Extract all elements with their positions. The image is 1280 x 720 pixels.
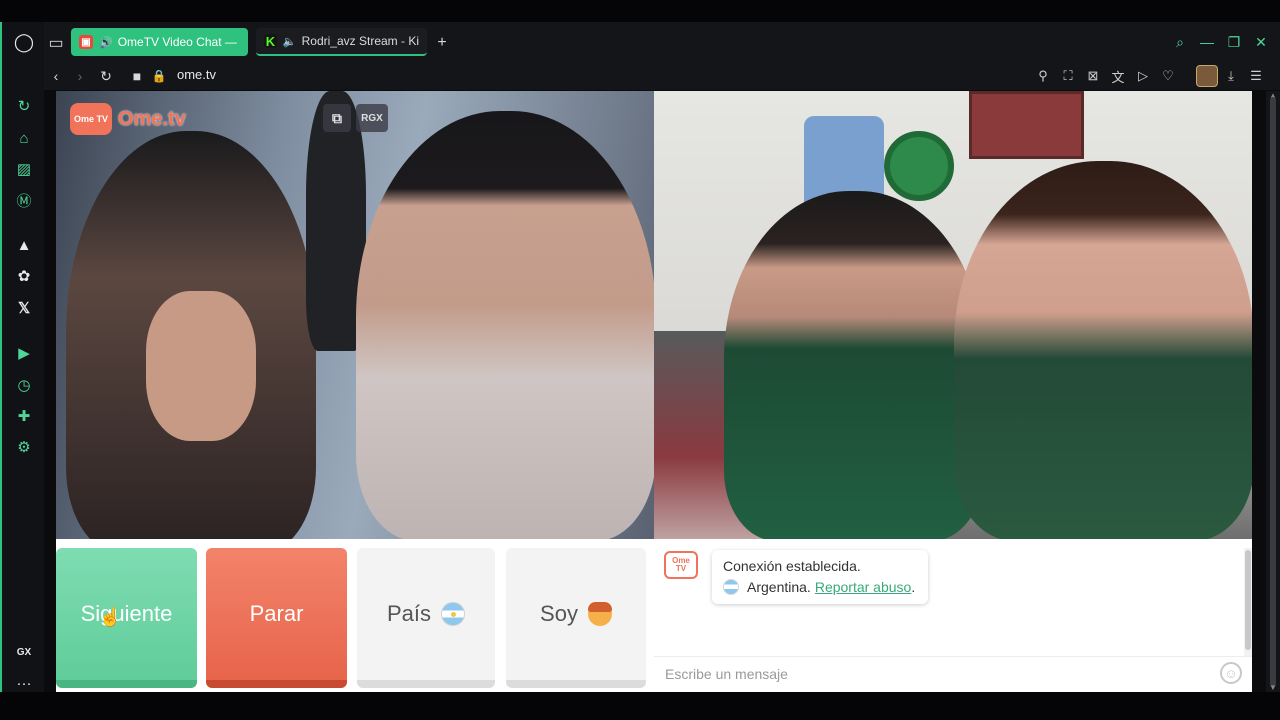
- gender-button-label: Soy: [540, 601, 578, 626]
- gx-control-icon[interactable]: ⌂: [13, 127, 35, 149]
- kick-favicon-icon: K: [264, 33, 277, 49]
- heart-icon[interactable]: ♡: [1159, 67, 1177, 85]
- video-person: [954, 161, 1252, 539]
- ometv-logo-badge: Ome TV: [70, 103, 112, 135]
- extensions-icon[interactable]: ✚: [13, 405, 35, 427]
- profile-avatar[interactable]: [1196, 65, 1218, 87]
- country-text: Argentina.: [747, 579, 811, 595]
- ometv-logo-text: Ome.tv: [118, 107, 186, 130]
- new-tab-button[interactable]: +: [434, 34, 450, 51]
- stop-button[interactable]: Parar: [206, 548, 347, 688]
- speed-dial-icon[interactable]: ↻: [13, 95, 35, 117]
- ometv-logo: Ome TV Ome.tv: [70, 103, 186, 135]
- camera-icon[interactable]: ■: [128, 67, 146, 85]
- next-button[interactable]: Siguiente: [56, 548, 197, 688]
- connection-status-text: Conexión establecida.: [723, 558, 861, 574]
- screen: ◯ ↻ ⌂ ▨ Ⓜ ▲ ✿ 𝕏 ▶ ◷ ✚ ⚙ GX ··· ▭ ▣ 🔊 Ome…: [0, 0, 1280, 720]
- aria-icon[interactable]: ▲: [13, 234, 35, 256]
- video-person: [356, 111, 654, 539]
- system-message-bubble: Conexión establecida. Argentina. Reporta…: [712, 550, 928, 604]
- tab-kick-stream[interactable]: K 🔈 Rodri_avz Stream - Ki: [256, 28, 427, 56]
- top-letterbox: [0, 0, 1280, 22]
- mouse-cursor-icon: ☝: [99, 607, 122, 627]
- tab-title: Rodri_avz Stream - Ki: [301, 34, 419, 48]
- address-bar: ‹ › ↻ ■ 🔒 ome.tv ⚲ ⛶ ⊠ 文 ▷ ♡ ⤓ ☰: [44, 62, 1280, 90]
- report-suffix: .: [911, 579, 916, 595]
- browser-sidebar: ◯ ↻ ⌂ ▨ Ⓜ ▲ ✿ 𝕏 ▶ ◷ ✚ ⚙ GX ···: [0, 22, 44, 692]
- chat-input[interactable]: Escribe un mensaje ☺: [654, 656, 1252, 690]
- send-icon[interactable]: ▷: [1134, 67, 1152, 85]
- tab-title: OmeTV Video Chat —: [117, 35, 237, 49]
- translate-icon[interactable]: 文: [1109, 67, 1127, 85]
- chat-ometv-logo-icon: Ome TV: [664, 551, 698, 579]
- player-icon[interactable]: ▶: [13, 342, 35, 364]
- close-icon[interactable]: ✕: [1252, 33, 1270, 51]
- ometv-favicon-icon: ▣: [79, 35, 93, 49]
- scroll-down-icon[interactable]: ▼: [1269, 683, 1277, 692]
- page-scrollbar[interactable]: ▲ ▼: [1266, 91, 1280, 692]
- popout-video-icon[interactable]: ⧉: [323, 104, 351, 132]
- reload-icon[interactable]: ↻: [97, 67, 115, 85]
- rgx-button[interactable]: RGX: [356, 104, 388, 132]
- chat-scrollbar[interactable]: [1244, 548, 1252, 658]
- muted-speaker-icon: 🔈: [282, 35, 297, 48]
- settings-icon[interactable]: ⚙: [13, 436, 35, 458]
- url-text[interactable]: ome.tv: [177, 67, 216, 82]
- tab-ometv[interactable]: ▣ 🔊 OmeTV Video Chat —: [71, 28, 248, 56]
- wall-poster: [969, 91, 1084, 159]
- stranger-video: [56, 91, 654, 539]
- gx-label: GX: [16, 646, 32, 658]
- download-icon[interactable]: ⤓: [1222, 67, 1240, 85]
- easy-setup-icon[interactable]: ☰: [1247, 67, 1265, 85]
- search-icon[interactable]: ⌕: [1171, 33, 1189, 51]
- chat-input-placeholder: Escribe un mensaje: [665, 666, 788, 682]
- report-abuse-link[interactable]: Reportar abuso: [815, 579, 912, 595]
- speaker-icon: 🔊: [99, 36, 113, 49]
- forward-icon[interactable]: ›: [71, 67, 89, 85]
- opera-logo-icon[interactable]: ◯: [13, 31, 35, 53]
- gx-corner-icon[interactable]: ▨: [13, 158, 35, 180]
- pin-icon[interactable]: ⚲: [1034, 67, 1052, 85]
- chatgpt-icon[interactable]: ✿: [13, 265, 35, 287]
- lock-icon[interactable]: 🔒: [150, 67, 168, 85]
- video-person: [724, 191, 984, 539]
- tab-manager-icon[interactable]: ▭: [48, 35, 64, 52]
- back-icon[interactable]: ‹: [47, 67, 65, 85]
- video-hand: [146, 291, 256, 441]
- snapshot-icon[interactable]: ⛶: [1059, 67, 1077, 85]
- stop-button-label: Parar: [249, 601, 304, 626]
- minimize-icon[interactable]: —: [1198, 33, 1216, 51]
- wall-belt: [884, 131, 954, 201]
- country-button[interactable]: País: [357, 548, 495, 688]
- argentina-flag-icon: [723, 579, 739, 595]
- bottom-letterbox: [0, 692, 1280, 720]
- own-video: [654, 91, 1252, 539]
- country-button-label: País: [386, 601, 432, 626]
- argentina-flag-icon: [441, 602, 466, 626]
- boy-emoji-icon: [587, 602, 612, 626]
- gender-button[interactable]: Soy: [506, 548, 646, 688]
- restore-icon[interactable]: ❐: [1225, 33, 1243, 51]
- sidebar-more-icon[interactable]: ···: [13, 672, 35, 694]
- emoji-icon[interactable]: ☺: [1220, 662, 1242, 684]
- tab-bar: ▭ ▣ 🔊 OmeTV Video Chat — K 🔈 Rodri_avz S…: [44, 22, 1280, 62]
- scrollbar-thumb[interactable]: [1270, 97, 1276, 687]
- messenger-icon[interactable]: Ⓜ: [13, 189, 35, 211]
- next-button-label: Siguiente: [80, 601, 173, 626]
- adblock-icon[interactable]: ⊠: [1084, 67, 1102, 85]
- history-icon[interactable]: ◷: [13, 374, 35, 396]
- x-twitter-icon[interactable]: 𝕏: [13, 297, 35, 319]
